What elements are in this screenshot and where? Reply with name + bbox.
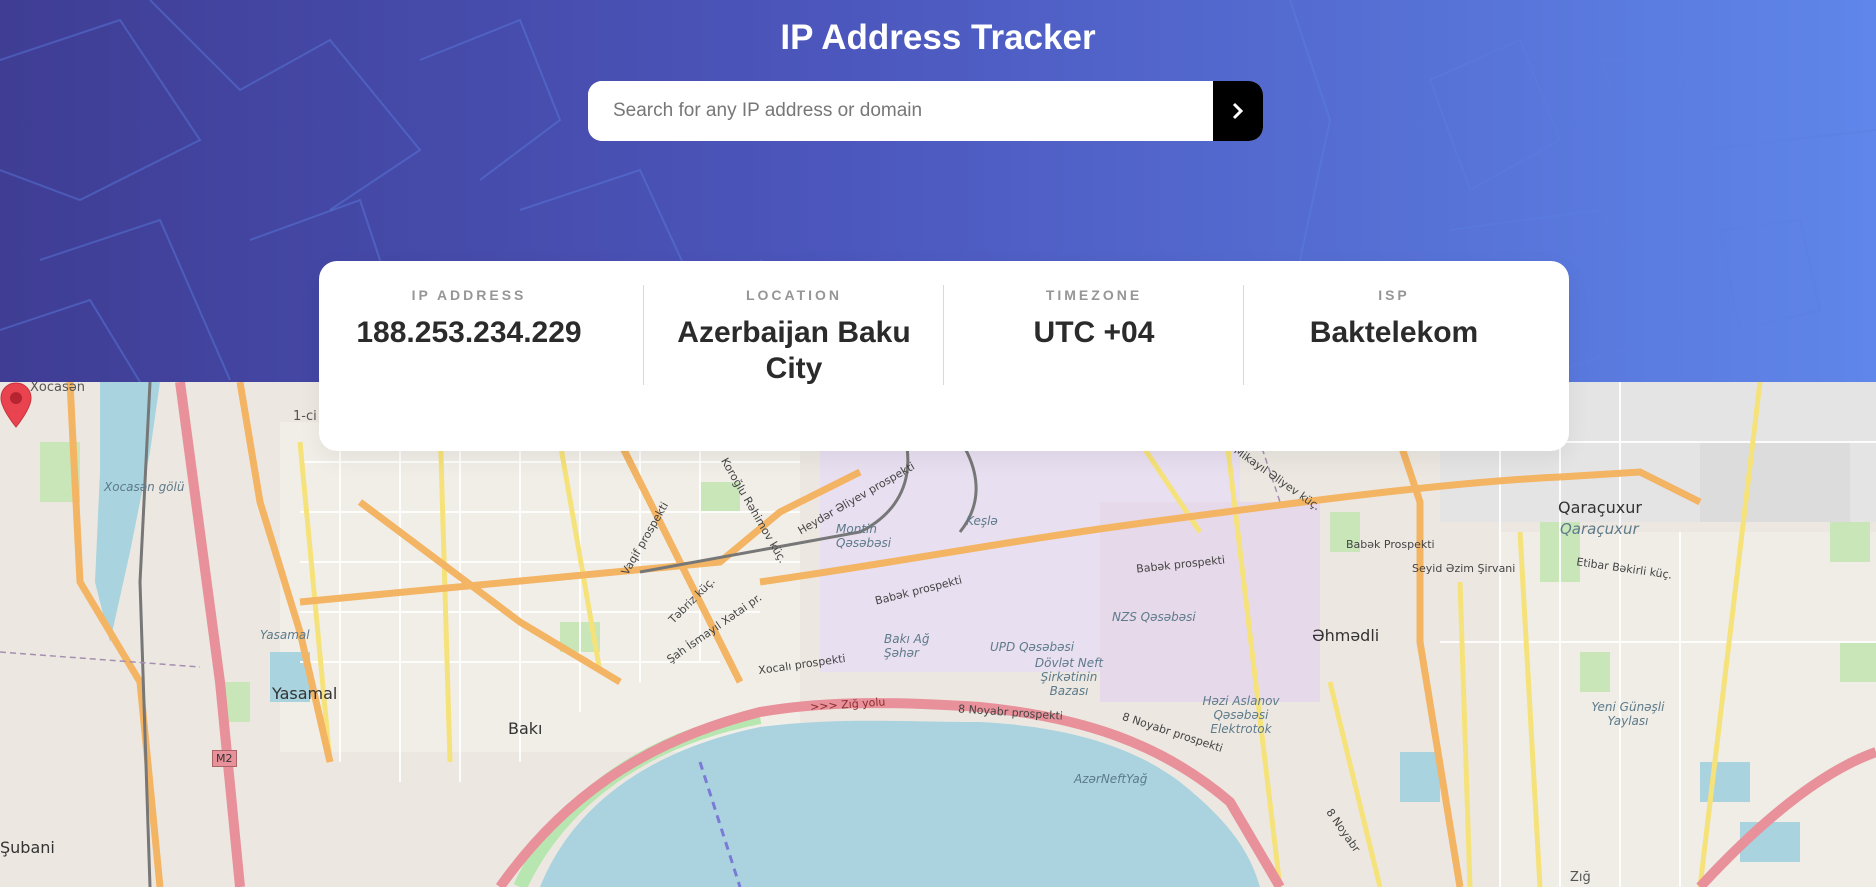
map-label: Babək Prospekti bbox=[1346, 538, 1435, 551]
timezone-label: TIMEZONE bbox=[1045, 287, 1143, 303]
map-label: Xocasən bbox=[30, 382, 85, 395]
map-label: Dövlət Neft Şirkətinin Bazası bbox=[1034, 656, 1104, 698]
isp-value: Baktelekom bbox=[1309, 316, 1479, 349]
isp-block: ISP Baktelekom bbox=[1244, 261, 1544, 451]
map-label: Qaraçuxur bbox=[1560, 520, 1639, 538]
map-label: Montin Qəsəbəsi bbox=[836, 522, 892, 550]
search-input[interactable] bbox=[588, 81, 1199, 141]
map-view[interactable]: Xocasən 1-ci Xocasən gölü Yasamal Yasama… bbox=[0, 382, 1876, 887]
map-label: M2 bbox=[212, 750, 237, 767]
location-value: Azerbaijan Baku City bbox=[677, 316, 911, 385]
timezone-block: TIMEZONE UTC +04 bbox=[944, 261, 1244, 451]
map-label: Bakı bbox=[508, 719, 543, 738]
ip-address-label: IP ADDRESS bbox=[411, 287, 527, 303]
map-label: Yasamal bbox=[260, 628, 310, 642]
page-title: IP Address Tracker bbox=[780, 18, 1096, 57]
location-block: LOCATION Azerbaijan Baku City bbox=[644, 261, 944, 451]
map-label: Keşlə bbox=[966, 514, 998, 528]
map-label: Bakı Ağ Şəhər bbox=[884, 632, 930, 660]
map-label: Yasamal bbox=[272, 684, 338, 703]
map-label: Seyid Əzim Şirvani bbox=[1412, 562, 1516, 575]
map-label: NZS Qəsəbəsi bbox=[1112, 610, 1196, 624]
map-label: Həzi Aslanov Qəsəbəsi Elektrotok bbox=[1202, 694, 1280, 736]
timezone-value: UTC +04 bbox=[1033, 316, 1155, 349]
map-label: Xocasən gölü bbox=[104, 480, 185, 494]
isp-label: ISP bbox=[1378, 287, 1410, 303]
map-label: Şubani bbox=[0, 838, 55, 857]
map-label: 1-ci bbox=[293, 409, 317, 424]
search-bar bbox=[588, 81, 1263, 141]
map-label: AzərNeftYağ bbox=[1074, 772, 1148, 786]
ip-info-card: IP ADDRESS 188.253.234.229 LOCATION Azer… bbox=[319, 261, 1569, 451]
location-label: LOCATION bbox=[745, 287, 843, 303]
location-pin-icon[interactable] bbox=[0, 382, 32, 428]
ip-address-block: IP ADDRESS 188.253.234.229 bbox=[319, 261, 619, 451]
map-label: Yeni Günəşli Yaylası bbox=[1591, 700, 1665, 728]
map-label: UPD Qəsəbəsi bbox=[990, 640, 1075, 654]
map-label: Əhmədli bbox=[1312, 626, 1380, 645]
ip-address-value: 188.253.234.229 bbox=[356, 316, 582, 349]
map-label: Zığ bbox=[1570, 870, 1591, 885]
search-button[interactable] bbox=[1213, 81, 1263, 141]
chevron-right-icon bbox=[1232, 102, 1244, 120]
map-label: Qaraçuxur bbox=[1558, 498, 1642, 517]
